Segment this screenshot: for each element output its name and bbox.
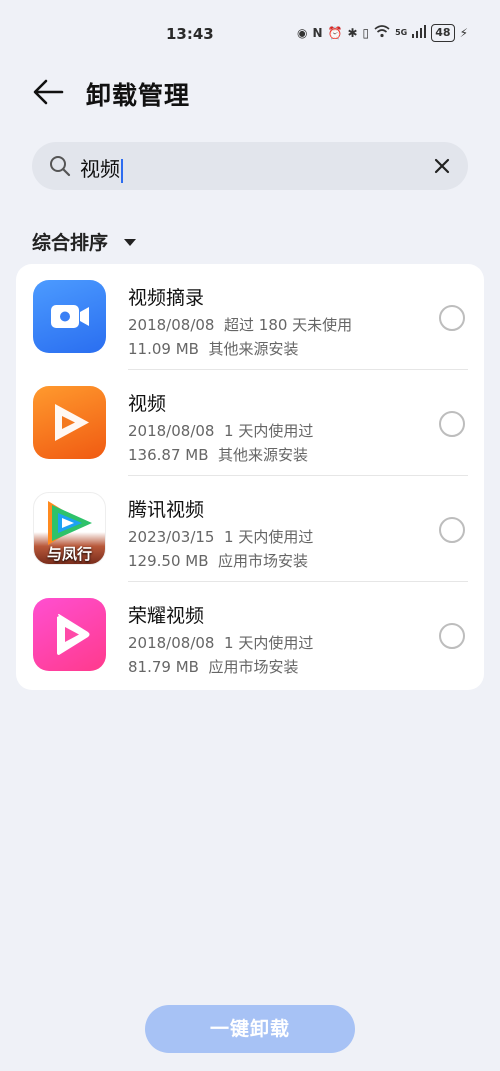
app-meta-usage: 2018/08/08 1 天内使用过 <box>128 420 313 441</box>
app-size: 129.50 MB <box>128 552 209 570</box>
sort-selector[interactable]: 综合排序 <box>32 228 137 255</box>
select-radio[interactable] <box>439 411 465 437</box>
list-item[interactable]: 视频 2018/08/08 1 天内使用过 136.87 MB 其他来源安装 <box>16 370 484 476</box>
list-item[interactable]: 与凤行 腾讯视频 2023/03/15 1 天内使用过 129.50 MB 应用… <box>16 476 484 582</box>
icon-overlay-text: 与凤行 <box>46 545 92 563</box>
status-bar: 13:43 ◉ N ⏰ ✱ ▯ 5G 48 ⚡ <box>0 0 500 62</box>
clear-icon[interactable] <box>432 156 452 176</box>
app-usage: 1 天内使用过 <box>224 528 314 546</box>
back-arrow-icon[interactable] <box>30 74 66 110</box>
wifi-icon <box>374 24 390 42</box>
uninstall-button[interactable]: 一键卸载 <box>145 1005 355 1053</box>
app-date: 2023/03/15 <box>128 528 215 546</box>
app-meta-usage: 2018/08/08 1 天内使用过 <box>128 632 313 653</box>
list-item[interactable]: 视频摘录 2018/08/08 超过 180 天未使用 11.09 MB 其他来… <box>16 264 484 370</box>
app-usage: 超过 180 天未使用 <box>224 316 353 334</box>
app-usage: 1 天内使用过 <box>224 422 314 440</box>
app-meta-size: 129.50 MB 应用市场安装 <box>128 550 308 571</box>
status-time: 13:43 <box>166 25 214 43</box>
dropdown-triangle-icon <box>124 239 137 246</box>
select-radio[interactable] <box>439 305 465 331</box>
search-field[interactable]: 视频 <box>32 142 468 190</box>
app-meta-size: 136.87 MB 其他来源安装 <box>128 444 308 465</box>
tencent-video-icon: 与凤行 <box>33 492 106 565</box>
app-size: 136.87 MB <box>128 446 209 464</box>
nfc-icon: N <box>312 26 323 40</box>
text-cursor <box>121 158 123 183</box>
bluetooth-icon: ✱ <box>347 26 358 40</box>
app-name: 腾讯视频 <box>128 499 205 521</box>
app-meta-usage: 2023/03/15 1 天内使用过 <box>128 526 313 547</box>
eye-comfort-icon: ◉ <box>296 26 308 40</box>
app-size: 81.79 MB <box>128 658 199 676</box>
search-icon <box>50 156 71 177</box>
honor-video-icon <box>33 598 106 671</box>
app-meta-usage: 2018/08/08 超过 180 天未使用 <box>128 314 352 335</box>
app-meta-size: 11.09 MB 其他来源安装 <box>128 338 299 359</box>
app-name: 视频 <box>128 393 167 415</box>
charging-icon: ⚡ <box>459 26 468 40</box>
status-icons: ◉ N ⏰ ✱ ▯ 5G 48 ⚡ <box>297 24 468 42</box>
app-source: 应用市场安装 <box>218 552 309 570</box>
app-date: 2018/08/08 <box>128 422 215 440</box>
app-source: 其他来源安装 <box>208 340 299 358</box>
vibrate-icon: ▯ <box>362 26 370 40</box>
sort-label: 综合排序 <box>32 232 109 254</box>
app-name: 视频摘录 <box>128 287 205 309</box>
page-title: 卸载管理 <box>86 81 191 110</box>
video-excerpt-icon <box>33 280 106 353</box>
app-meta-size: 81.79 MB 应用市场安装 <box>128 656 299 677</box>
alarm-icon: ⏰ <box>327 26 343 40</box>
app-date: 2018/08/08 <box>128 316 215 334</box>
video-app-icon <box>33 386 106 459</box>
app-size: 11.09 MB <box>128 340 199 358</box>
network-type-label: 5G <box>395 28 408 37</box>
app-source: 应用市场安装 <box>208 658 299 676</box>
header: 卸载管理 <box>0 72 500 114</box>
app-date: 2018/08/08 <box>128 634 215 652</box>
signal-icon <box>412 24 427 42</box>
select-radio[interactable] <box>439 517 465 543</box>
select-radio[interactable] <box>439 623 465 649</box>
search-value: 视频 <box>80 157 120 181</box>
app-source: 其他来源安装 <box>218 446 309 464</box>
search-input[interactable]: 视频 <box>80 153 123 183</box>
app-list: 视频摘录 2018/08/08 超过 180 天未使用 11.09 MB 其他来… <box>16 264 484 690</box>
battery-level: 48 <box>431 24 455 42</box>
app-usage: 1 天内使用过 <box>224 634 314 652</box>
app-name: 荣耀视频 <box>128 605 205 627</box>
list-item[interactable]: 荣耀视频 2018/08/08 1 天内使用过 81.79 MB 应用市场安装 <box>16 582 484 688</box>
